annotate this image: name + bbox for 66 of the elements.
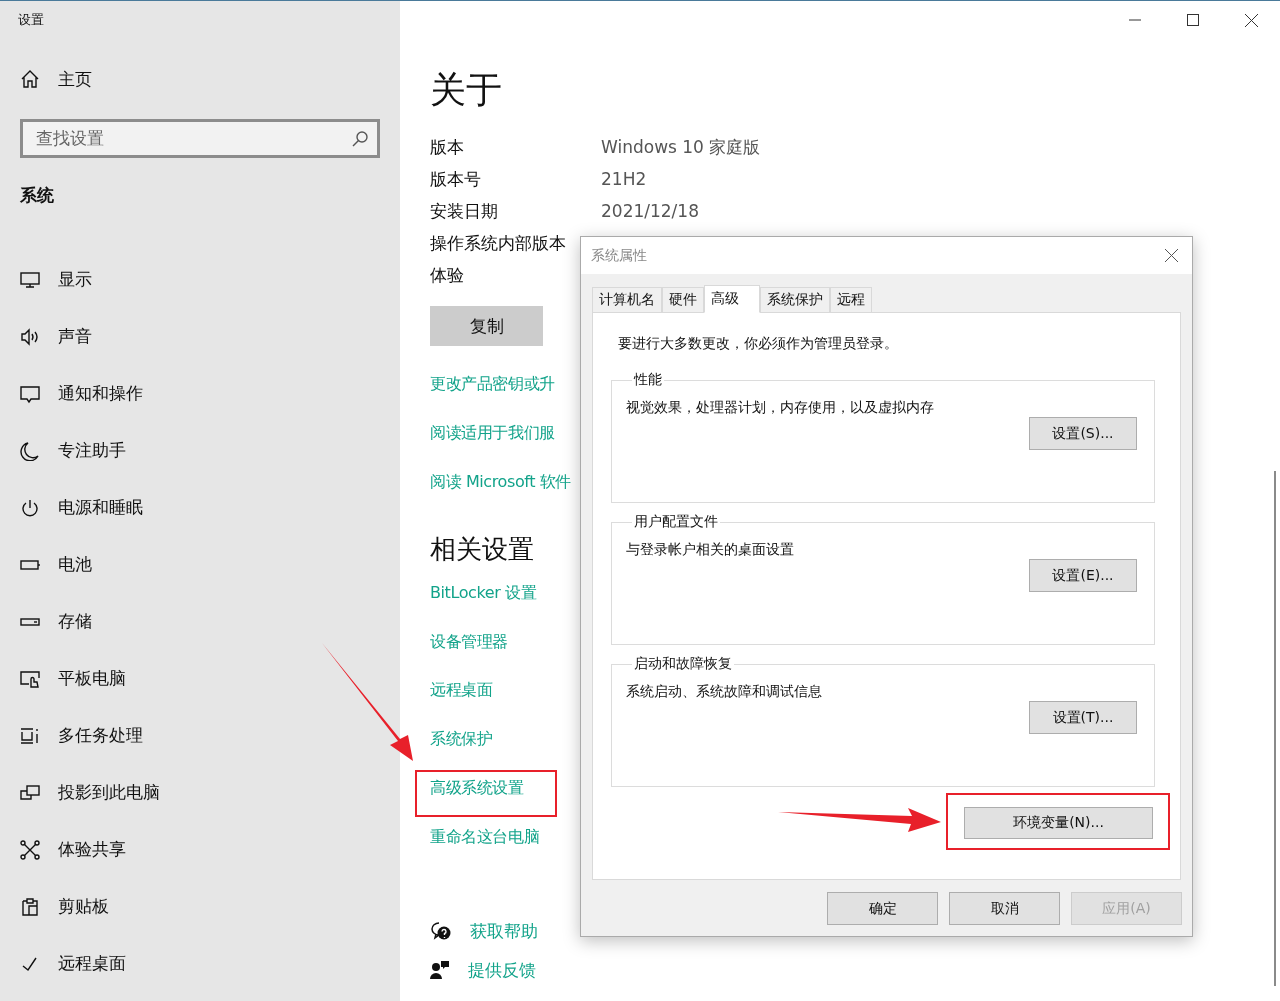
tab[interactable]: 硬件 bbox=[662, 287, 704, 312]
moon-icon bbox=[20, 440, 40, 461]
nav-item[interactable]: 通知和操作 bbox=[20, 365, 143, 422]
spec-label: 版本号 bbox=[430, 167, 482, 191]
nav-item[interactable]: 投影到此电脑 bbox=[20, 764, 160, 821]
power-icon bbox=[20, 497, 40, 518]
nav-item[interactable]: 远程桌面 bbox=[20, 935, 126, 992]
monitor-icon bbox=[20, 269, 40, 290]
settings-button[interactable]: 设置(T)... bbox=[1029, 701, 1137, 734]
tab[interactable]: 远程 bbox=[830, 287, 872, 312]
nav-item[interactable]: 平板电脑 bbox=[20, 650, 126, 707]
settings-button[interactable]: 设置(E)... bbox=[1029, 559, 1137, 592]
home-nav-item[interactable]: 主页 bbox=[20, 49, 92, 109]
nav-item[interactable]: 专注助手 bbox=[20, 422, 126, 479]
search-field[interactable]: 查找设置 bbox=[20, 119, 380, 158]
close-icon bbox=[1164, 249, 1178, 262]
admin-note: 要进行大多数更改，你必须作为管理员登录。 bbox=[618, 335, 898, 353]
group-description: 视觉效果，处理器计划，内存使用，以及虚拟内存 bbox=[626, 399, 934, 417]
multitask-icon bbox=[20, 725, 40, 746]
feedback-person-icon bbox=[430, 960, 450, 981]
spec-label: 体验 bbox=[430, 263, 465, 287]
spec-value: 2021/12/18 bbox=[601, 201, 699, 221]
tab[interactable]: 计算机名 bbox=[592, 287, 662, 312]
tablet-icon bbox=[20, 668, 40, 689]
copy-button[interactable]: 复制 bbox=[430, 306, 543, 346]
group-title: 启动和故障恢复 bbox=[633, 655, 733, 673]
window-title: 设置 bbox=[18, 11, 44, 29]
search-icon bbox=[352, 131, 368, 147]
spec-label: 版本 bbox=[430, 135, 465, 159]
spec-value: Windows 10 家庭版 bbox=[601, 135, 761, 159]
minimize-icon bbox=[1129, 19, 1141, 21]
scrollbar[interactable] bbox=[1274, 471, 1276, 986]
dialog-button[interactable]: 取消 bbox=[949, 892, 1060, 925]
nav-item[interactable]: 电池 bbox=[20, 536, 92, 593]
group-title: 性能 bbox=[632, 371, 663, 389]
share-icon bbox=[20, 839, 40, 860]
help-bubble-icon bbox=[430, 921, 452, 942]
group-description: 与登录帐户相关的桌面设置 bbox=[626, 541, 794, 559]
nav-item[interactable]: 声音 bbox=[20, 308, 92, 365]
nav-item[interactable]: 显示 bbox=[20, 251, 92, 308]
nav-item[interactable]: 存储 bbox=[20, 593, 92, 650]
group-description: 系统启动、系统故障和调试信息 bbox=[626, 683, 822, 701]
nav-item[interactable]: 体验共享 bbox=[20, 821, 126, 878]
speaker-icon bbox=[20, 326, 40, 347]
settings-button[interactable]: 设置(S)... bbox=[1029, 417, 1137, 450]
section-heading: 相关设置 bbox=[430, 532, 534, 566]
spec-label: 操作系统内部版本 bbox=[430, 231, 567, 255]
environment-variables-button[interactable]: 环境变量(N)... bbox=[964, 807, 1153, 839]
tab[interactable]: 高级 bbox=[704, 285, 760, 313]
page-title: 关于 bbox=[430, 68, 502, 112]
projector-icon bbox=[20, 782, 40, 803]
dialog-button[interactable]: 确定 bbox=[827, 892, 938, 925]
nav-item[interactable]: 剪贴板 bbox=[20, 878, 109, 935]
nav-item[interactable]: 多任务处理 bbox=[20, 707, 143, 764]
maximize-icon bbox=[1187, 14, 1199, 26]
home-icon bbox=[20, 69, 40, 89]
dialog-title: 系统属性 bbox=[591, 246, 647, 265]
tab[interactable]: 系统保护 bbox=[760, 287, 830, 312]
spec-value: 21H2 bbox=[601, 169, 647, 189]
section-heading: 系统 bbox=[20, 184, 54, 207]
nav-item[interactable]: 电源和睡眠 bbox=[20, 479, 143, 536]
clipboard-icon bbox=[20, 896, 40, 917]
message-icon bbox=[20, 383, 40, 404]
spec-label: 安装日期 bbox=[430, 199, 499, 223]
close-icon bbox=[1244, 13, 1258, 27]
group-title: 用户配置文件 bbox=[633, 513, 719, 531]
